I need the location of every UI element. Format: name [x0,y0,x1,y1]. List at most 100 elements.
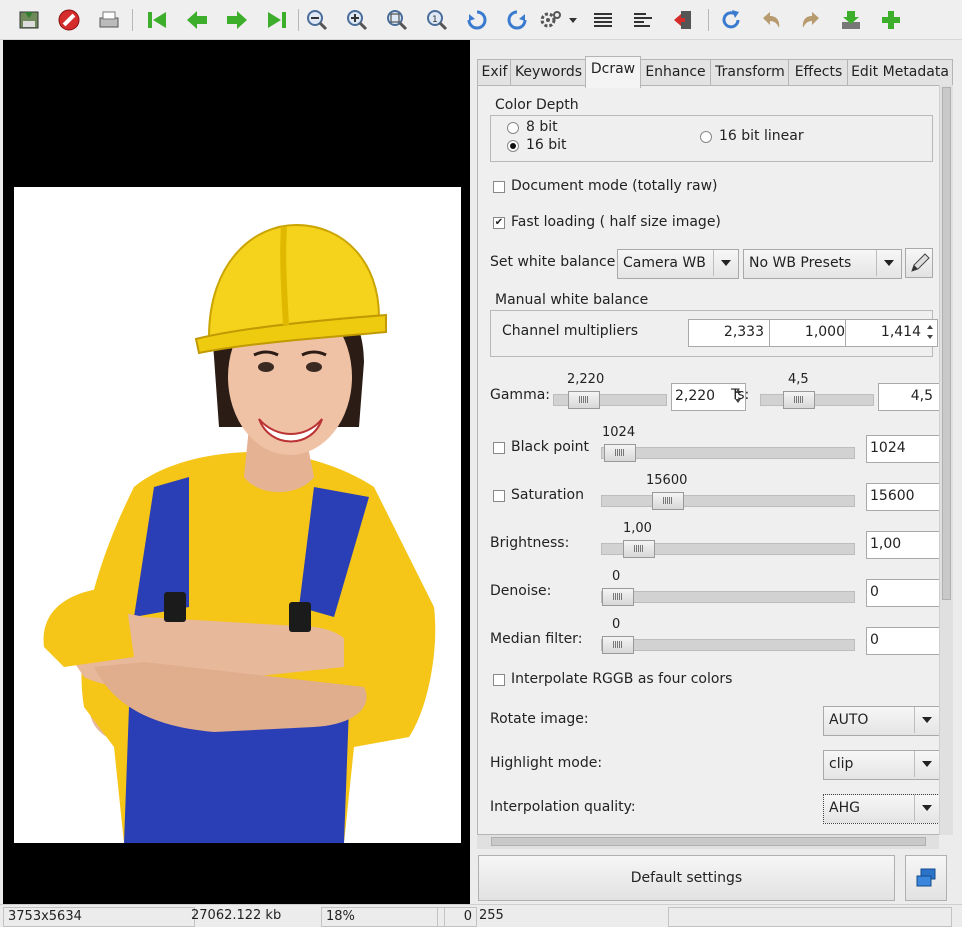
chevron-down-icon[interactable] [566,7,580,33]
tab-enhance[interactable]: Enhance [639,59,712,86]
tab-dcraw[interactable]: Dcraw [585,56,641,88]
photo-preview [14,187,461,843]
slider-handle[interactable] [604,444,636,462]
previous-image-icon[interactable] [184,7,210,33]
download-icon[interactable] [838,7,864,33]
tab-edit-metadata[interactable]: Edit Metadata [847,59,953,86]
add-icon[interactable] [878,7,904,33]
scrollbar-thumb[interactable] [491,837,926,846]
multiplier-red-value: 2,333 [723,324,764,340]
toolbar-separator [298,9,299,31]
float-panel-button[interactable] [905,855,947,901]
multiplier-red-input[interactable]: 2,333 [688,319,781,347]
black-point-checkbox[interactable] [493,442,505,454]
denoise-slider[interactable] [601,588,855,606]
ts-slider-value: 4,5 [788,372,809,387]
redo-icon[interactable] [798,7,824,33]
radio-16bit-linear[interactable] [700,131,712,143]
highlight-mode-label: Highlight mode: [490,755,603,771]
denoise-input-value: 0 [870,584,879,600]
main-toolbar: 1 [0,0,962,40]
vertical-scrollbar[interactable] [939,85,953,835]
default-settings-button[interactable]: Default settings [478,855,895,901]
slider-handle[interactable] [602,636,634,654]
radio-16bit[interactable] [507,140,519,152]
median-slider-value: 0 [612,617,621,632]
white-balance-mode-select[interactable]: Camera WB [617,249,739,279]
saturation-slider[interactable] [601,492,855,510]
chevron-down-icon [914,707,939,733]
brightness-slider[interactable] [601,540,855,558]
interpolation-quality-label: Interpolation quality: [490,799,636,815]
slider-handle[interactable] [623,540,655,558]
chevron-down-icon [713,250,738,276]
undo-icon[interactable] [758,7,784,33]
rotate-right-icon[interactable] [504,7,530,33]
gamma-slider-value: 2,220 [567,372,605,387]
tab-effects[interactable]: Effects [788,59,849,86]
chevron-down-icon [914,751,939,777]
saturation-slider-value: 15600 [646,473,688,488]
channel-multipliers-label: Channel multipliers [502,323,639,339]
interpolate-rggb-checkbox[interactable] [493,674,505,686]
zoom-in-icon[interactable] [344,7,370,33]
ts-slider[interactable] [760,391,874,409]
next-image-icon[interactable] [224,7,250,33]
refresh-icon[interactable] [718,7,744,33]
slider-handle[interactable] [602,588,634,606]
exit-icon[interactable] [670,7,696,33]
manual-wb-title: Manual white balance [495,292,649,308]
interpolation-quality-value: AHG [829,800,860,816]
saturation-checkbox[interactable] [493,490,505,502]
median-filter-slider[interactable] [601,636,855,654]
rotate-image-label: Rotate image: [490,711,589,727]
wb-preset-select[interactable]: No WB Presets [743,249,902,279]
first-image-icon[interactable] [144,7,170,33]
gamma-label: Gamma: [490,387,550,403]
radio-8bit[interactable] [507,122,519,134]
ts-input-value: 4,5 [910,388,933,404]
document-mode-label: Document mode (totally raw) [511,178,718,194]
chevron-down-icon [876,250,901,276]
rotate-left-icon[interactable] [464,7,490,33]
last-image-icon[interactable] [264,7,290,33]
color-picker-button[interactable] [905,248,933,278]
ts-label: Ts: [731,387,750,403]
zoom-fit-icon[interactable] [384,7,410,33]
fast-loading-checkbox[interactable]: ✔ [493,217,505,229]
slider-handle[interactable] [568,391,600,409]
black-point-slider[interactable] [601,444,855,462]
settings-gear-icon[interactable] [538,7,564,33]
pencil-icon [911,253,930,272]
status-filesize: 27062.122 kb [191,908,282,923]
tab-exif[interactable]: Exif [477,59,512,86]
align-left-icon[interactable] [630,7,656,33]
median-filter-input-value: 0 [870,632,879,648]
slider-handle[interactable] [652,492,684,510]
document-mode-checkbox[interactable] [493,181,505,193]
slider-handle[interactable] [783,391,815,409]
tab-keywords[interactable]: Keywords [510,59,587,86]
radio-16bit-linear-label: 16 bit linear [719,128,804,144]
align-justify-icon[interactable] [590,7,616,33]
multiplier-blue-input[interactable]: 1,414 [845,319,938,347]
stop-icon[interactable] [56,7,82,33]
image-viewer[interactable] [3,40,470,904]
zoom-out-icon[interactable] [304,7,330,33]
tab-transform[interactable]: Transform [710,59,790,86]
status-bar: 3753x5634 27062.122 kb 18% 0 255 [0,904,962,927]
print-icon[interactable] [96,7,122,33]
interpolation-quality-select[interactable]: AHG [823,794,940,824]
gamma-slider[interactable] [553,391,667,409]
status-value-b: 255 [479,908,504,923]
status-zoom: 18% [321,907,445,927]
rotate-image-select[interactable]: AUTO [823,706,940,736]
scrollbar-thumb[interactable] [942,87,951,600]
horizontal-scrollbar[interactable] [477,835,939,849]
zoom-original-icon[interactable]: 1 [424,7,450,33]
spin-arrows-icon[interactable] [924,320,936,344]
highlight-mode-select[interactable]: clip [823,750,940,780]
save-icon[interactable] [16,7,42,33]
status-dimensions: 3753x5634 [3,907,195,927]
median-filter-label: Median filter: [490,631,583,647]
